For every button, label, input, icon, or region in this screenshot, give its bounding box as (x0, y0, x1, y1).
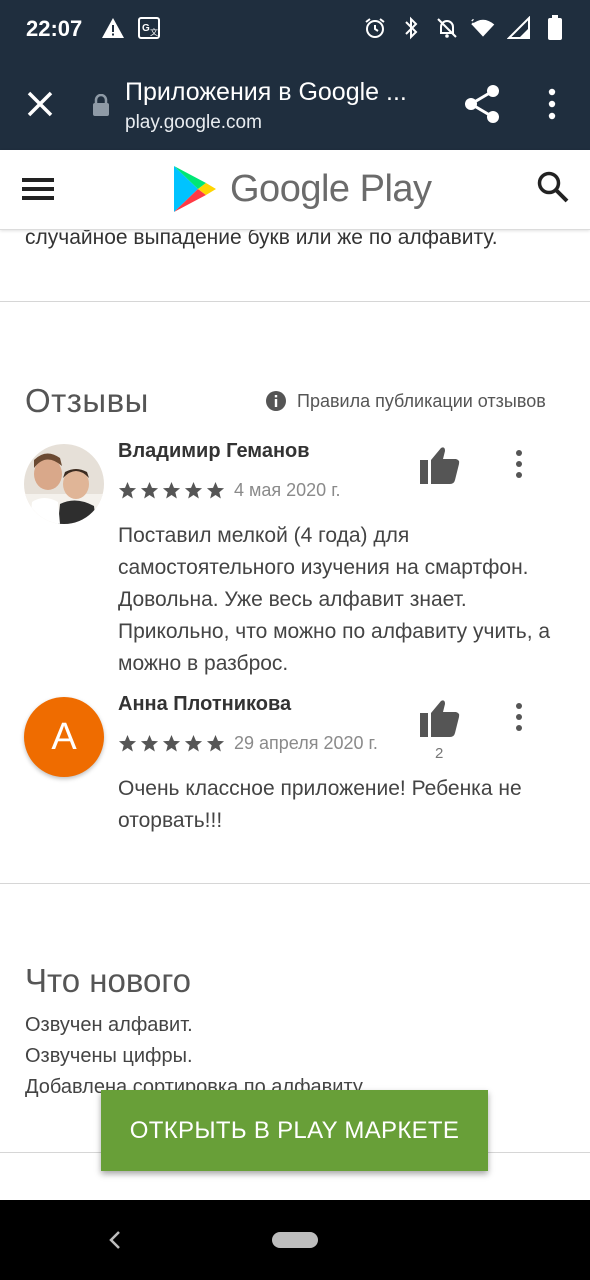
signal-icon (506, 14, 532, 42)
divider (0, 301, 590, 302)
google-play-logo-icon[interactable] (172, 164, 218, 214)
brand-name[interactable]: Google Play (230, 168, 432, 211)
page-title[interactable]: Приложения в Google ... (125, 78, 425, 107)
review-policy-link[interactable]: Правила публикации отзывов (265, 390, 546, 412)
star-icon (206, 734, 225, 752)
rating-stars: 29 апреля 2020 г. (118, 733, 378, 754)
review-author: Анна Плотникова (118, 693, 292, 715)
wifi-icon (470, 14, 496, 42)
star-icon (118, 481, 137, 499)
store-header: Google Play (0, 150, 590, 230)
star-icon (140, 481, 159, 499)
open-in-play-store-button[interactable]: ОТКРЫТЬ В PLAY МАРКЕТЕ (101, 1090, 488, 1171)
review-author: Владимир Геманов (118, 440, 310, 462)
thumbs-up-icon[interactable] (420, 446, 460, 484)
battery-icon (542, 14, 568, 42)
whats-new-line: Озвучен алфавит. (25, 1014, 193, 1036)
reviews-heading: Отзывы (25, 382, 149, 419)
star-icon (184, 481, 203, 499)
rating-stars: 4 мая 2020 г. (118, 480, 341, 501)
review-date: 29 апреля 2020 г. (234, 733, 378, 753)
star-icon (162, 481, 181, 499)
alarm-icon (362, 14, 388, 42)
description-tail: случайное выпадение букв или же по алфав… (25, 230, 498, 249)
helpful-count: 2 (435, 745, 444, 762)
review-policy-label[interactable]: Правила публикации отзывов (297, 391, 546, 412)
search-icon[interactable] (536, 170, 570, 204)
translate-icon: G文 (136, 14, 162, 42)
page-url[interactable]: play.google.com (125, 112, 262, 134)
status-time: 22:07 (26, 16, 83, 41)
navigation-bar (0, 1200, 590, 1280)
home-pill[interactable] (272, 1232, 318, 1248)
divider (0, 883, 590, 884)
thumbs-up-icon[interactable] (420, 699, 460, 737)
more-vert-icon[interactable] (510, 448, 528, 480)
menu-icon[interactable] (22, 176, 54, 202)
svg-text:G: G (142, 23, 150, 34)
status-bar: 22:07 G文 (0, 0, 590, 58)
back-icon[interactable] (105, 1228, 125, 1252)
review-text: Очень классное приложение! Ребенка не от… (118, 777, 522, 832)
lock-icon (92, 93, 110, 116)
browser-toolbar: Приложения в Google ... play.google.com (0, 58, 590, 150)
more-vert-icon[interactable] (540, 86, 564, 122)
info-icon (265, 390, 287, 412)
star-icon (206, 481, 225, 499)
more-vert-icon[interactable] (510, 701, 528, 733)
page-content: случайное выпадение букв или же по алфав… (0, 230, 590, 1200)
star-icon (184, 734, 203, 752)
svg-text:文: 文 (150, 27, 158, 37)
warning-icon (100, 14, 126, 42)
share-icon[interactable] (463, 84, 501, 124)
avatar (24, 444, 104, 524)
star-icon (118, 734, 137, 752)
star-icon (140, 734, 159, 752)
bluetooth-icon (398, 14, 424, 42)
star-icon (162, 734, 181, 752)
whats-new-line: Озвучены цифры. (25, 1045, 193, 1067)
close-icon[interactable] (22, 86, 58, 122)
review-text: Поставил мелкой (4 года) для самостоятел… (118, 524, 551, 675)
avatar: А (24, 697, 104, 777)
notifications-off-icon (434, 14, 460, 42)
whats-new-heading: Что нового (25, 962, 192, 999)
review-date: 4 мая 2020 г. (234, 480, 341, 500)
